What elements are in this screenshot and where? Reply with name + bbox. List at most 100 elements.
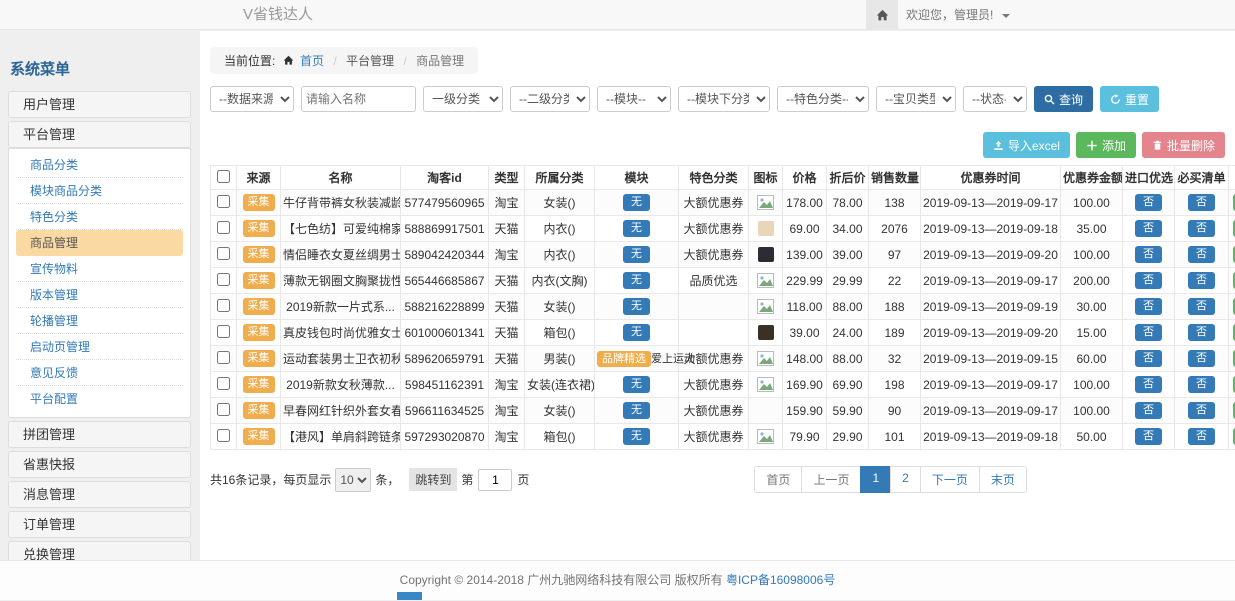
module-none-badge: 无 (623, 298, 650, 314)
table-toolbar: 导入excel ＋ 添加 批量删除 (210, 132, 1225, 158)
sidebar-group-平台管理[interactable]: 平台管理 (8, 121, 191, 148)
sidebar-item-版本管理[interactable]: 版本管理 (16, 282, 183, 308)
batch-delete-button[interactable]: 批量删除 (1142, 132, 1225, 158)
row-checkbox[interactable] (217, 247, 230, 260)
top-navbar: V省钱达人 欢迎您，管理员! (0, 0, 1235, 30)
row-checkbox[interactable] (217, 299, 230, 312)
per-page-select[interactable]: 10 (335, 468, 371, 492)
row-checkbox[interactable] (217, 195, 230, 208)
row-checkbox[interactable] (217, 377, 230, 390)
row-checkbox[interactable] (217, 273, 230, 286)
row-checkbox[interactable] (217, 403, 230, 416)
import-pick-badge[interactable]: 否 (1135, 376, 1162, 392)
icp-link[interactable]: 粤ICP备16098006号 (726, 573, 835, 587)
type-cell: 天猫 (489, 294, 525, 320)
sidebar-item-意见反馈[interactable]: 意见反馈 (16, 360, 183, 386)
sidebar-group-消息管理[interactable]: 消息管理 (8, 481, 191, 508)
breadcrumb-home-link[interactable]: 首页 (300, 54, 324, 68)
coupon-amount-cell: 60.00 (1061, 346, 1123, 372)
sidebar-item-轮播管理[interactable]: 轮播管理 (16, 308, 183, 334)
feature-cell (679, 294, 749, 320)
filter-select-二级分类[interactable]: --二级分类-- (510, 86, 590, 112)
must-buy-badge[interactable]: 否 (1188, 376, 1215, 392)
row-checkbox[interactable] (217, 351, 230, 364)
import-pick-badge[interactable]: 否 (1135, 246, 1162, 262)
sidebar-item-商品分类[interactable]: 商品分类 (16, 152, 183, 178)
import-pick-badge[interactable]: 否 (1135, 298, 1162, 314)
module-none-badge: 无 (623, 272, 650, 288)
import-pick-badge[interactable]: 否 (1135, 428, 1162, 444)
filter-select-宝贝类型[interactable]: --宝贝类型-- (876, 86, 956, 112)
name-search-input[interactable] (301, 86, 416, 112)
sidebar-item-商品管理[interactable]: 商品管理 (16, 230, 183, 256)
page-jump-input[interactable] (478, 469, 512, 491)
sidebar-group-订单管理[interactable]: 订单管理 (8, 511, 191, 538)
sidebar-title: 系统菜单 (10, 58, 191, 79)
select-all-checkbox[interactable] (217, 170, 230, 183)
must-buy-badge[interactable]: 否 (1188, 428, 1215, 444)
filter-select-模块[interactable]: --模块-- (597, 86, 671, 112)
sidebar-item-平台配置[interactable]: 平台配置 (16, 386, 183, 412)
name-cell: 运动套装男士卫衣初秋... (281, 346, 401, 372)
sidebar-group-用户管理[interactable]: 用户管理 (8, 91, 191, 118)
must-buy-badge[interactable]: 否 (1188, 272, 1215, 288)
sidebar-group-拼团管理[interactable]: 拼团管理 (8, 421, 191, 448)
price-cell: 159.90 (783, 398, 827, 424)
import-pick-badge[interactable]: 否 (1135, 220, 1162, 236)
search-button[interactable]: 查询 (1034, 86, 1093, 112)
filter-select-数据来源[interactable]: --数据来源-- (210, 86, 294, 112)
import-pick-badge[interactable]: 否 (1135, 194, 1162, 210)
filter-select-一级分类[interactable]: 一级分类 (423, 86, 503, 112)
product-thumbnail (758, 221, 774, 236)
import-pick-badge[interactable]: 否 (1135, 402, 1162, 418)
import-pick-badge[interactable]: 否 (1135, 272, 1162, 288)
filter-select-状态[interactable]: --状态-- (963, 86, 1027, 112)
must-buy-badge[interactable]: 否 (1188, 324, 1215, 340)
pager-item-下一页[interactable]: 下一页 (920, 466, 980, 493)
must-buy-badge[interactable]: 否 (1188, 246, 1215, 262)
source-badge: 采集 (243, 272, 275, 288)
sales-cell: 198 (869, 372, 921, 398)
pager-item-首页[interactable]: 首页 (754, 466, 802, 493)
filter-select-模块下分类[interactable]: --模块下分类-- (678, 86, 770, 112)
add-button[interactable]: ＋ 添加 (1076, 132, 1136, 158)
jump-label: 跳转到 (409, 468, 457, 491)
breadcrumb-separator: / (403, 54, 406, 68)
type-cell: 天猫 (489, 216, 525, 242)
sidebar-item-特色分类[interactable]: 特色分类 (16, 204, 183, 230)
row-checkbox[interactable] (217, 221, 230, 234)
user-menu[interactable]: 欢迎您，管理员! (906, 0, 1010, 30)
sales-cell: 22 (869, 268, 921, 294)
type-cell: 天猫 (489, 346, 525, 372)
pager-item-末页[interactable]: 末页 (979, 466, 1027, 493)
select-all-cell (211, 166, 237, 190)
icon-cell (749, 320, 783, 346)
must-buy-badge[interactable]: 否 (1188, 194, 1215, 210)
import-excel-button[interactable]: 导入excel (983, 132, 1070, 158)
column-header-模块: 模块 (595, 166, 679, 190)
coupon-amount-cell: 100.00 (1061, 372, 1123, 398)
must-buy-badge[interactable]: 否 (1188, 220, 1215, 236)
sidebar-item-模块商品分类[interactable]: 模块商品分类 (16, 178, 183, 204)
sidebar-item-宣传物料[interactable]: 宣传物料 (16, 256, 183, 282)
row-checkbox[interactable] (217, 429, 230, 442)
must-buy-badge[interactable]: 否 (1188, 298, 1215, 314)
price-cell: 39.00 (783, 320, 827, 346)
reset-button[interactable]: 重置 (1100, 86, 1159, 112)
home-button[interactable] (866, 0, 898, 30)
pager-item-2[interactable]: 2 (890, 466, 921, 493)
must-buy-badge[interactable]: 否 (1188, 350, 1215, 366)
module-cell: 无 (595, 372, 679, 398)
filter-select-特色分类[interactable]: --特色分类-- (777, 86, 869, 112)
name-cell: 薄款无钢圈文胸聚拢性... (281, 268, 401, 294)
import-pick-badge[interactable]: 否 (1135, 324, 1162, 340)
import-pick-cell: 否 (1123, 242, 1175, 268)
row-checkbox[interactable] (217, 325, 230, 338)
pager-item-上一页[interactable]: 上一页 (801, 466, 861, 493)
sidebar-group-省惠快报[interactable]: 省惠快报 (8, 451, 191, 478)
must-buy-badge[interactable]: 否 (1188, 402, 1215, 418)
sidebar-item-启动页管理[interactable]: 启动页管理 (16, 334, 183, 360)
import-pick-badge[interactable]: 否 (1135, 350, 1162, 366)
pager-item-1[interactable]: 1 (860, 466, 891, 493)
refresh-icon (1110, 94, 1121, 105)
